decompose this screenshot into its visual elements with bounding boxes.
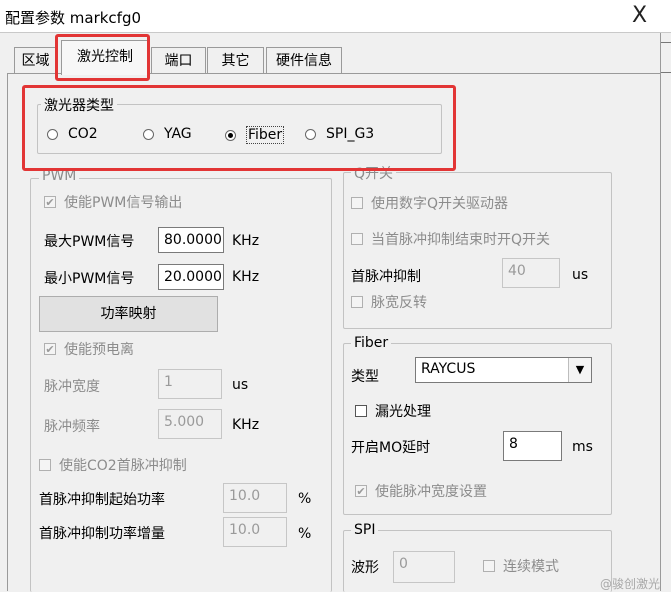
- digital-q-checkbox[interactable]: 使用数字Q开关驱动器: [351, 193, 508, 213]
- continuous-mode-label: 连续模式: [503, 559, 559, 575]
- min-pwm-unit: KHz: [232, 269, 260, 285]
- fiber-type-value: RAYCUS: [421, 361, 476, 377]
- pulse-freq-label: 脉冲频率: [44, 419, 100, 435]
- tab-port[interactable]: 端口: [151, 47, 206, 74]
- tab-region[interactable]: 区域: [14, 47, 57, 74]
- tab-other[interactable]: 其它: [207, 47, 264, 74]
- tab-hardware-info[interactable]: 硬件信息: [266, 47, 342, 74]
- max-pwm-label: 最大PWM信号: [44, 234, 135, 250]
- spi-group: [343, 530, 612, 592]
- title-separator: [0, 32, 671, 33]
- pulse-invert-checkbox[interactable]: 脉宽反转: [351, 292, 427, 312]
- power-map-button[interactable]: 功率映射: [39, 296, 218, 332]
- max-pwm-unit: KHz: [232, 233, 260, 249]
- mo-delay-label: 开启MO延时: [351, 440, 431, 456]
- mo-delay-unit: ms: [572, 439, 593, 455]
- open-q-after-checkbox[interactable]: 当首脉冲抑制结束时开Q开关: [351, 229, 550, 249]
- fiber-label: Fiber: [351, 335, 392, 351]
- fp-start-label: 首脉冲抑制起始功率: [39, 492, 165, 508]
- pulse-freq-unit: KHz: [232, 417, 260, 433]
- pre-ionize-checkbox[interactable]: ✔ 使能预电离: [44, 339, 134, 359]
- pw-setting-checkbox[interactable]: ✔ 使能脉冲宽度设置: [355, 481, 487, 501]
- window-title: 配置参数 markcfg0: [5, 9, 142, 27]
- fiber-type-label: 类型: [351, 369, 379, 385]
- pulse-width-unit: us: [232, 377, 249, 393]
- min-pwm-label: 最小PWM信号: [44, 271, 135, 287]
- edge-tick: [661, 42, 671, 43]
- continuous-mode-checkbox[interactable]: 连续模式: [483, 556, 559, 576]
- digital-q-label: 使用数字Q开关驱动器: [371, 196, 509, 212]
- co2-first-pulse-label: 使能CO2首脉冲抑制: [59, 458, 187, 474]
- edge-tick: [661, 72, 671, 73]
- chevron-down-icon[interactable]: ▼: [568, 358, 591, 382]
- pulse-width-label: 脉冲宽度: [44, 379, 100, 395]
- fp-start-input[interactable]: 10.0: [223, 483, 287, 513]
- highlight-laser-type: [22, 85, 456, 171]
- pwm-enable-checkbox[interactable]: ✔ 使能PWM信号输出: [44, 192, 182, 212]
- q-first-pulse-label: 首脉冲抑制: [351, 269, 421, 285]
- pulse-invert-label: 脉宽反转: [371, 295, 427, 311]
- pwm-enable-label: 使能PWM信号输出: [64, 195, 183, 211]
- fp-start-unit: %: [298, 491, 312, 507]
- mo-delay-input[interactable]: 8: [503, 431, 562, 461]
- pulse-width-input[interactable]: 1: [158, 369, 222, 399]
- pre-ionize-label: 使能预电离: [64, 342, 134, 358]
- waveform-label: 波形: [351, 560, 379, 576]
- spi-label: SPI: [351, 522, 379, 538]
- fp-inc-unit: %: [298, 526, 312, 542]
- leak-label: 漏光处理: [375, 404, 431, 420]
- min-pwm-input[interactable]: 20.0000: [158, 264, 224, 290]
- waveform-input[interactable]: 0: [393, 551, 455, 583]
- close-icon[interactable]: X: [632, 3, 647, 28]
- co2-first-pulse-checkbox[interactable]: 使能CO2首脉冲抑制: [39, 455, 187, 475]
- max-pwm-input[interactable]: 80.0000: [158, 227, 224, 253]
- q-first-pulse-unit: us: [572, 267, 589, 283]
- q-first-pulse-input[interactable]: 40: [502, 258, 560, 288]
- fp-inc-label: 首脉冲抑制功率增量: [39, 526, 165, 542]
- pw-setting-label: 使能脉冲宽度设置: [375, 484, 487, 500]
- highlight-tab: [55, 34, 150, 81]
- watermark: @骏创激光: [600, 577, 661, 591]
- fp-inc-input[interactable]: 10.0: [223, 517, 287, 547]
- fiber-type-select[interactable]: RAYCUS ▼: [415, 357, 592, 383]
- open-q-after-label: 当首脉冲抑制结束时开Q开关: [371, 232, 551, 248]
- leak-checkbox[interactable]: 漏光处理: [355, 401, 431, 421]
- pulse-freq-input[interactable]: 5.000: [158, 409, 222, 439]
